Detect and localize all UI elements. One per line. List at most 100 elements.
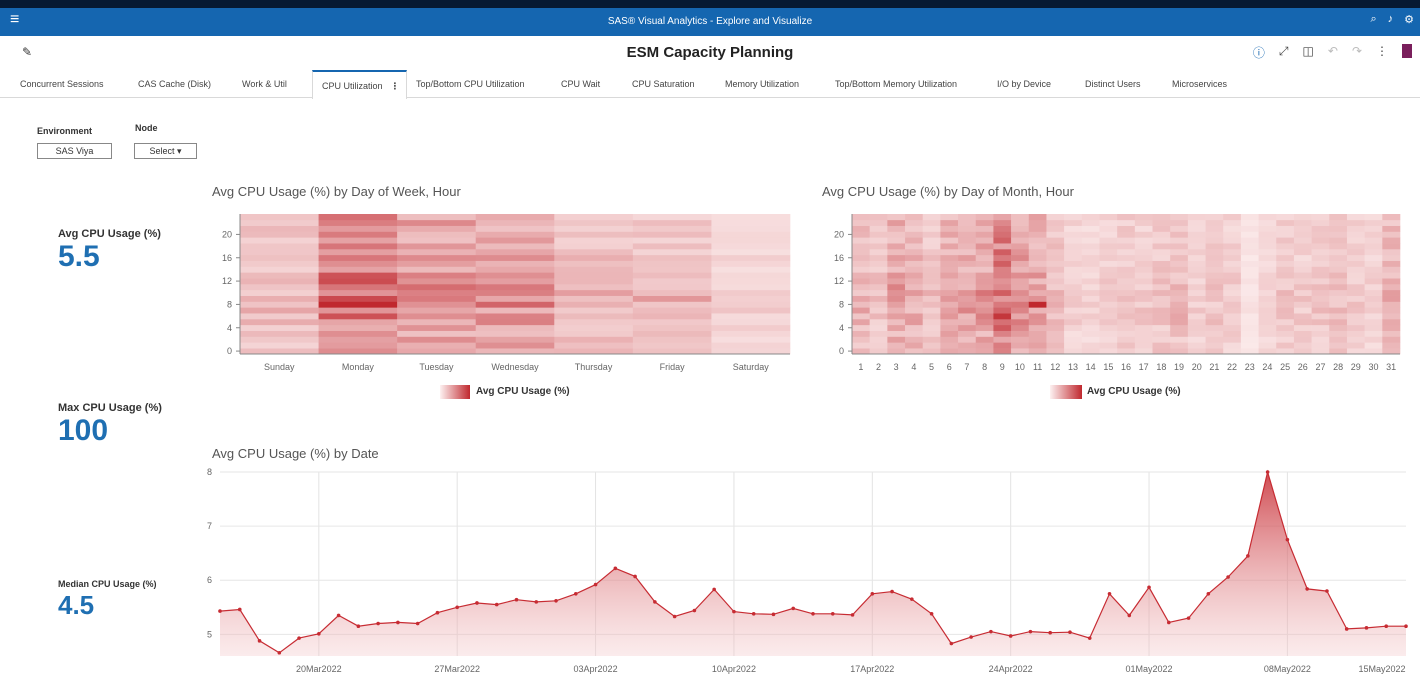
data-point[interactable] <box>791 606 796 611</box>
data-point[interactable] <box>751 611 756 616</box>
heatmap-cell <box>905 319 924 326</box>
data-point[interactable] <box>1364 626 1369 630</box>
data-point[interactable] <box>1265 470 1270 474</box>
data-point[interactable] <box>692 608 697 613</box>
tab-io-by-device[interactable]: I/O by Device <box>997 70 1051 98</box>
data-point[interactable] <box>910 597 914 601</box>
tab-cpu-saturation[interactable]: CPU Saturation <box>632 70 695 98</box>
data-point[interactable] <box>1384 624 1389 629</box>
data-point[interactable] <box>949 641 954 646</box>
tab-memory-utilization[interactable]: Memory Utilization <box>725 70 799 98</box>
tab-microservices[interactable]: Microservices <box>1172 70 1227 98</box>
data-point[interactable] <box>1246 554 1250 558</box>
tab-top-bottom-cpu[interactable]: Top/Bottom CPU Utilization <box>416 70 525 98</box>
data-point[interactable] <box>830 611 835 616</box>
data-point[interactable] <box>811 611 815 616</box>
data-point[interactable] <box>415 621 420 626</box>
data-point[interactable] <box>257 639 262 643</box>
heatmap-cell <box>1028 330 1047 337</box>
data-point[interactable] <box>1048 630 1052 635</box>
more-icon[interactable]: ⋮ <box>1376 44 1388 61</box>
tab-work-util[interactable]: Work & Util <box>242 70 287 98</box>
data-point[interactable] <box>1147 585 1151 590</box>
heatmap-cell <box>1258 237 1277 244</box>
environment-button[interactable]: SAS Viya <box>37 143 112 159</box>
data-point[interactable] <box>554 599 558 603</box>
data-point[interactable] <box>297 636 301 640</box>
data-point[interactable] <box>396 620 400 625</box>
data-point[interactable] <box>435 610 440 615</box>
help-icon[interactable]: ⓘ <box>1253 44 1265 61</box>
heatmap-cell <box>1011 330 1030 337</box>
data-point[interactable] <box>475 601 479 605</box>
data-point[interactable] <box>732 609 736 614</box>
data-point[interactable] <box>1008 634 1013 638</box>
data-point[interactable] <box>890 589 894 594</box>
tab-distinct-users[interactable]: Distinct Users <box>1085 70 1141 98</box>
tab-cas-cache-disk[interactable]: CAS Cache (Disk) <box>138 70 211 98</box>
data-point[interactable] <box>277 650 282 655</box>
x-tick-label: 1 <box>858 362 863 372</box>
tab-concurrent-sessions[interactable]: Concurrent Sessions <box>20 70 104 98</box>
data-point[interactable] <box>653 600 657 604</box>
settings-icon[interactable]: ⚙ <box>1404 13 1414 26</box>
heatmap-cell <box>1046 266 1065 273</box>
data-point[interactable] <box>376 621 380 626</box>
data-point[interactable] <box>672 614 677 619</box>
data-point[interactable] <box>1226 575 1230 579</box>
data-point[interactable] <box>929 611 934 616</box>
data-point[interactable] <box>1127 613 1132 618</box>
data-point[interactable] <box>1028 629 1033 634</box>
data-point[interactable] <box>989 629 993 634</box>
data-point[interactable] <box>534 600 539 604</box>
heatmap-cell <box>1011 319 1030 326</box>
data-point[interactable] <box>494 602 499 607</box>
data-point[interactable] <box>593 582 598 587</box>
data-point[interactable] <box>1404 624 1408 629</box>
data-point[interactable] <box>1186 616 1191 620</box>
redo-icon[interactable]: ↷ <box>1352 44 1362 61</box>
data-point[interactable] <box>356 624 361 629</box>
data-point[interactable] <box>613 566 618 571</box>
heatmap-cell <box>1258 336 1277 343</box>
heatmap-cell <box>1311 214 1330 221</box>
data-point[interactable] <box>1305 587 1309 591</box>
tab-cpu-utilization[interactable]: CPU Utilization ⋮ <box>312 70 407 99</box>
data-point[interactable] <box>850 613 855 617</box>
heatmap-cell <box>1240 219 1259 226</box>
data-point[interactable] <box>633 574 637 579</box>
data-point[interactable] <box>1325 589 1329 593</box>
search-icon[interactable]: ⌕ <box>1370 13 1376 26</box>
x-tick-label: 15May2022 <box>1358 664 1405 674</box>
tab-cpu-wait[interactable]: CPU Wait <box>561 70 600 98</box>
data-point[interactable] <box>1087 636 1092 640</box>
heatmap-cell <box>1223 330 1242 337</box>
user-badge[interactable] <box>1402 44 1412 58</box>
data-point[interactable] <box>969 635 973 639</box>
tab-top-bottom-memory[interactable]: Top/Bottom Memory Utilization <box>835 70 957 98</box>
layout-icon[interactable]: ◫ <box>1303 44 1314 61</box>
data-point[interactable] <box>1344 627 1349 631</box>
data-point[interactable] <box>1107 591 1112 596</box>
heatmap-cell <box>1152 301 1171 308</box>
data-point[interactable] <box>1167 620 1171 625</box>
data-point[interactable] <box>1206 591 1211 596</box>
tab-more-icon[interactable]: ⋮ <box>391 81 400 91</box>
node-dropdown[interactable]: Select ▾ <box>134 143 197 159</box>
data-point[interactable] <box>870 591 875 596</box>
data-point[interactable] <box>455 605 460 610</box>
data-point[interactable] <box>1285 537 1290 542</box>
data-point[interactable] <box>237 607 242 612</box>
undo-icon[interactable]: ↶ <box>1328 44 1338 61</box>
data-point[interactable] <box>514 597 519 602</box>
data-point[interactable] <box>771 612 776 617</box>
data-point[interactable] <box>574 591 578 596</box>
heatmap-cell <box>1329 214 1348 221</box>
expand-icon[interactable]: ⤢ <box>1279 44 1289 61</box>
data-point[interactable] <box>218 609 222 613</box>
data-point[interactable] <box>712 587 716 592</box>
data-point[interactable] <box>336 613 341 618</box>
bell-icon[interactable]: ♪ <box>1388 13 1394 26</box>
data-point[interactable] <box>1068 630 1072 634</box>
data-point[interactable] <box>317 632 321 636</box>
